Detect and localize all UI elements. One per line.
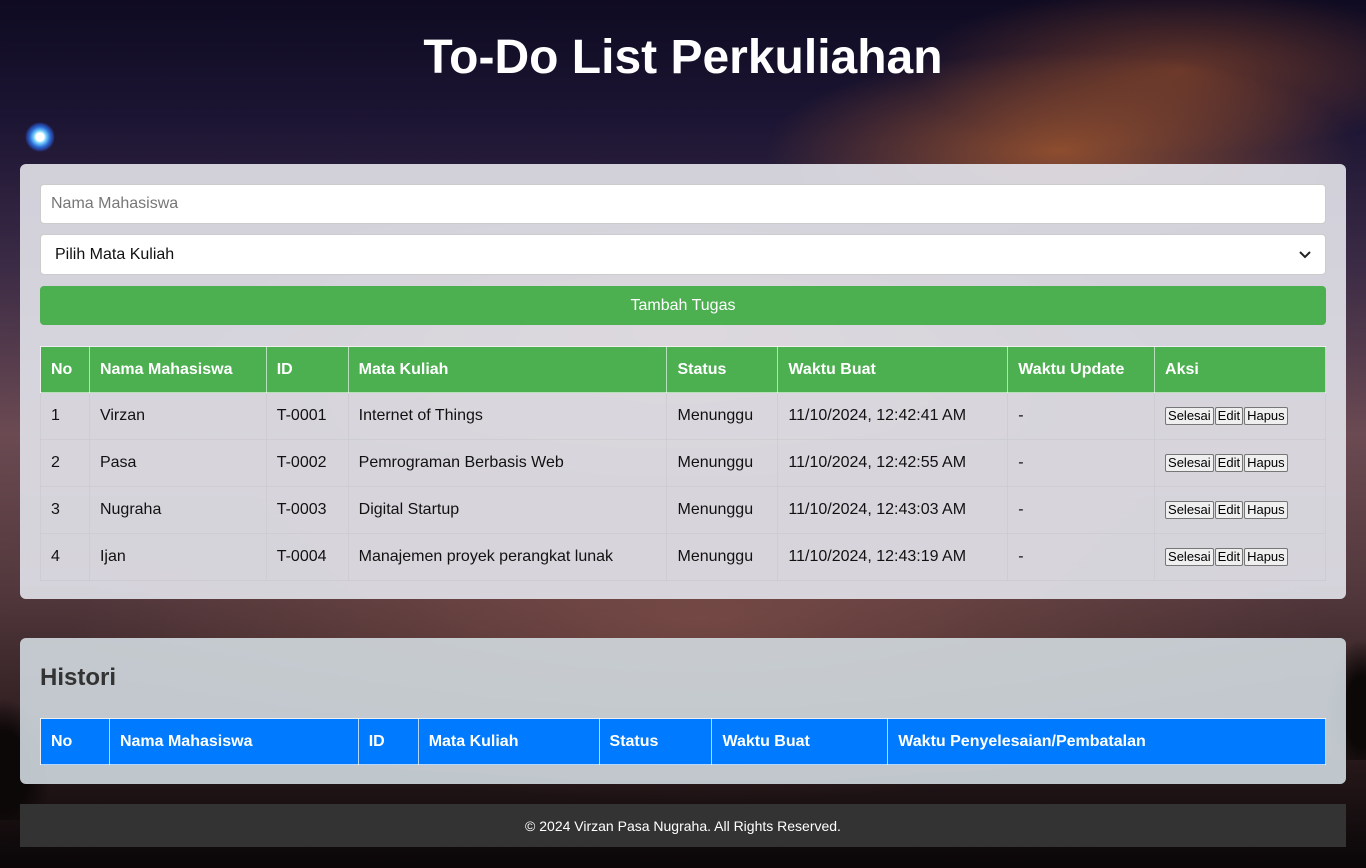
cell-no: 2 [40, 439, 90, 487]
cell-name: Virzan [88, 392, 267, 440]
col-header-status: Status [666, 346, 779, 393]
name-input[interactable] [40, 184, 1326, 224]
hist-header-created: Waktu Buat [711, 718, 889, 765]
cell-updated: - [1007, 439, 1156, 487]
delete-button[interactable]: Hapus [1244, 454, 1288, 472]
delete-button[interactable]: Hapus [1244, 501, 1288, 519]
col-header-actions: Aksi [1154, 346, 1326, 393]
cell-name: Ijan [88, 533, 267, 581]
cell-created: 11/10/2024, 12:42:41 AM [777, 392, 1009, 440]
hist-header-no: No [40, 718, 110, 765]
cell-no: 1 [40, 392, 90, 440]
page-title: To-Do List Perkuliahan [423, 31, 943, 84]
done-button[interactable]: Selesai [1165, 548, 1214, 566]
hist-header-status: Status [598, 718, 713, 765]
task-table: No Nama Mahasiswa ID Mata Kuliah Status … [40, 346, 1326, 581]
footer: © 2024 Virzan Pasa Nugraha. All Rights R… [20, 804, 1346, 847]
col-header-created: Waktu Buat [777, 346, 1009, 393]
add-task-button[interactable]: Tambah Tugas [40, 286, 1326, 325]
cell-updated: - [1007, 533, 1156, 581]
cell-status: Menunggu [666, 533, 779, 581]
history-card: Histori No Nama Mahasiswa ID Mata Kuliah… [20, 638, 1346, 784]
cell-id: T-0004 [265, 533, 349, 581]
glowing-orb-icon [25, 122, 55, 152]
chevron-down-icon [1299, 248, 1311, 262]
table-row: 1 Virzan T-0001 Internet of Things Menun… [40, 392, 1326, 440]
cell-status: Menunggu [666, 486, 779, 534]
hist-header-finished: Waktu Penyelesaian/Pembatalan [887, 718, 1326, 765]
history-title: Histori [40, 664, 117, 691]
cell-id: T-0001 [265, 392, 349, 440]
delete-button[interactable]: Hapus [1244, 548, 1288, 566]
edit-button[interactable]: Edit [1214, 407, 1244, 425]
task-card: Pilih Mata Kuliah Tambah Tugas No Nama M… [20, 164, 1346, 599]
done-button[interactable]: Selesai [1165, 454, 1214, 472]
cell-course: Internet of Things [347, 392, 668, 440]
cell-status: Menunggu [666, 392, 779, 440]
col-header-no: No [40, 346, 90, 393]
cell-updated: - [1007, 486, 1156, 534]
hist-header-name: Nama Mahasiswa [108, 718, 359, 765]
cell-actions: Selesai Edit Hapus [1154, 439, 1326, 487]
cell-created: 11/10/2024, 12:43:03 AM [777, 486, 1009, 534]
cell-no: 4 [40, 533, 90, 581]
cell-course: Pemrograman Berbasis Web [347, 439, 668, 487]
history-table: No Nama Mahasiswa ID Mata Kuliah Status … [40, 718, 1326, 765]
hist-header-id: ID [357, 718, 419, 765]
cell-actions: Selesai Edit Hapus [1154, 486, 1326, 534]
cell-actions: Selesai Edit Hapus [1154, 533, 1326, 581]
table-row: 2 Pasa T-0002 Pemrograman Berbasis Web M… [40, 439, 1326, 487]
cell-updated: - [1007, 392, 1156, 440]
course-select-value: Pilih Mata Kuliah [55, 245, 175, 263]
cell-actions: Selesai Edit Hapus [1154, 392, 1326, 440]
col-header-course: Mata Kuliah [347, 346, 668, 393]
cell-created: 11/10/2024, 12:42:55 AM [777, 439, 1009, 487]
done-button[interactable]: Selesai [1165, 407, 1214, 425]
col-header-updated: Waktu Update [1007, 346, 1156, 393]
cell-id: T-0003 [265, 486, 349, 534]
cell-created: 11/10/2024, 12:43:19 AM [777, 533, 1009, 581]
edit-button[interactable]: Edit [1214, 548, 1244, 566]
cell-no: 3 [40, 486, 90, 534]
task-table-header: No Nama Mahasiswa ID Mata Kuliah Status … [40, 346, 1326, 393]
cell-name: Nugraha [88, 486, 267, 534]
course-select[interactable]: Pilih Mata Kuliah [40, 234, 1326, 275]
table-row: 4 Ijan T-0004 Manajemen proyek perangkat… [40, 533, 1326, 581]
cell-name: Pasa [88, 439, 267, 487]
col-header-id: ID [265, 346, 349, 393]
delete-button[interactable]: Hapus [1244, 407, 1288, 425]
cell-status: Menunggu [666, 439, 779, 487]
hist-header-course: Mata Kuliah [417, 718, 600, 765]
cell-id: T-0002 [265, 439, 349, 487]
col-header-name: Nama Mahasiswa [88, 346, 267, 393]
history-table-header: No Nama Mahasiswa ID Mata Kuliah Status … [40, 718, 1326, 765]
done-button[interactable]: Selesai [1165, 501, 1214, 519]
cell-course: Manajemen proyek perangkat lunak [347, 533, 668, 581]
cell-course: Digital Startup [347, 486, 668, 534]
table-row: 3 Nugraha T-0003 Digital Startup Menungg… [40, 486, 1326, 534]
edit-button[interactable]: Edit [1214, 454, 1244, 472]
edit-button[interactable]: Edit [1214, 501, 1244, 519]
